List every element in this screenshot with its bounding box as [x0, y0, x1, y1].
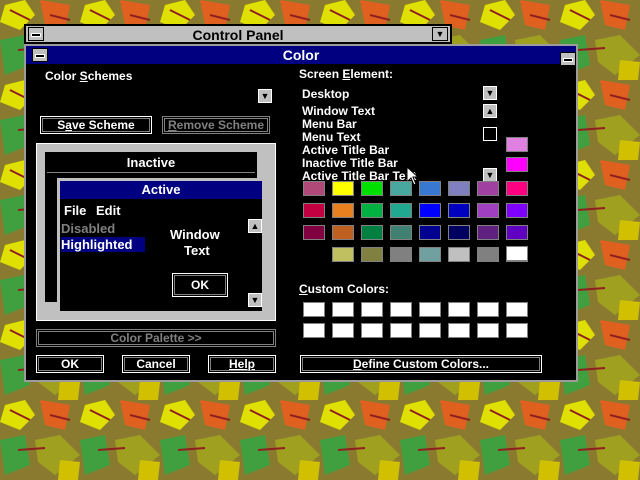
ok-button[interactable]: OK [36, 355, 104, 373]
screen-element-selected[interactable]: Desktop [302, 87, 349, 101]
preview-ok-button: OK [172, 273, 228, 297]
color-palette-button[interactable]: Color Palette >> [36, 329, 276, 347]
preview-menu-file: File [64, 203, 87, 218]
basic-color-swatch[interactable] [390, 203, 412, 218]
custom-color-swatch[interactable] [303, 302, 325, 317]
control-panel-system-menu-icon[interactable] [28, 27, 44, 41]
control-panel-titlebar[interactable]: Control Panel ▼ [24, 24, 452, 44]
custom-color-swatch[interactable] [303, 323, 325, 338]
cancel-button[interactable]: Cancel [122, 355, 190, 373]
basic-color-swatch[interactable] [419, 181, 441, 196]
basic-color-swatch[interactable] [506, 225, 528, 240]
basic-color-swatch[interactable] [303, 203, 325, 218]
screen-element-item[interactable]: Menu Text [302, 130, 360, 144]
screen-element-item[interactable]: Window Text [302, 104, 375, 118]
element-color-swatch[interactable] [506, 246, 528, 261]
color-dialog-system-menu-icon[interactable] [32, 48, 48, 62]
control-panel-minimize-icon[interactable]: ▼ [432, 27, 448, 41]
basic-color-swatch[interactable] [361, 247, 383, 262]
basic-color-swatch[interactable] [477, 181, 499, 196]
help-button[interactable]: Help [208, 355, 276, 373]
screen-element-scroll-thumb[interactable] [483, 127, 497, 141]
basic-color-swatch[interactable] [332, 181, 354, 196]
custom-color-swatch[interactable] [477, 323, 499, 338]
control-panel-title: Control Panel [192, 27, 284, 43]
basic-color-swatch[interactable] [390, 225, 412, 240]
basic-color-swatch[interactable] [477, 225, 499, 240]
screen-element-label: Screen Element: [299, 67, 394, 81]
preview-disabled-text: Disabled [61, 221, 116, 236]
preview-scroll-up-icon: ▲ [248, 219, 262, 233]
basic-color-swatch[interactable] [506, 181, 528, 196]
basic-color-swatch[interactable] [477, 203, 499, 218]
custom-color-swatch[interactable] [419, 323, 441, 338]
color-preview[interactable]: Inactive Active File Edit Disabled Highl… [36, 143, 276, 321]
custom-color-swatch[interactable] [448, 323, 470, 338]
element-color-swatch[interactable] [506, 137, 528, 152]
color-schemes-label: Color Schemes [45, 69, 133, 83]
basic-color-swatch[interactable] [448, 247, 470, 262]
remove-scheme-button[interactable]: Remove Scheme [162, 116, 270, 134]
basic-color-swatch[interactable] [390, 247, 412, 262]
basic-color-swatch[interactable] [332, 203, 354, 218]
preview-active-window: Active File Edit Disabled Highlighted Wi… [57, 178, 265, 314]
preview-active-title: Active [60, 181, 262, 199]
screen-element-item[interactable]: Menu Bar [302, 117, 357, 131]
screen-element-item[interactable]: Inactive Title Bar [302, 156, 398, 170]
preview-scroll-down-icon: ▼ [248, 293, 262, 307]
preview-inactive-title: Inactive [47, 154, 255, 173]
custom-color-swatch[interactable] [390, 323, 412, 338]
basic-color-swatch[interactable] [303, 181, 325, 196]
custom-color-swatch[interactable] [332, 302, 354, 317]
basic-color-swatch[interactable] [448, 181, 470, 196]
custom-color-swatch[interactable] [361, 323, 383, 338]
screen-element-scroll-down-icon[interactable]: ▼ [483, 168, 497, 182]
basic-color-swatch[interactable] [448, 225, 470, 240]
basic-color-swatch[interactable] [361, 181, 383, 196]
basic-color-swatch[interactable] [361, 225, 383, 240]
custom-color-swatch[interactable] [390, 302, 412, 317]
basic-color-swatch[interactable] [477, 247, 499, 262]
preview-window-text-2: Text [184, 243, 210, 258]
custom-color-swatch[interactable] [448, 302, 470, 317]
basic-color-swatch[interactable] [419, 203, 441, 218]
screen-element-dropdown-icon[interactable]: ▼ [483, 86, 497, 100]
basic-color-swatch[interactable] [448, 203, 470, 218]
save-scheme-button[interactable]: Save Scheme [40, 116, 152, 134]
basic-color-swatch[interactable] [332, 247, 354, 262]
color-dialog-title: Color [26, 46, 576, 64]
scrollbar-up-button-icon[interactable] [560, 52, 576, 66]
preview-menu-edit: Edit [96, 203, 121, 218]
basic-color-swatch[interactable] [303, 225, 325, 240]
color-schemes-dropdown-icon[interactable]: ▼ [258, 89, 272, 103]
basic-color-swatch[interactable] [332, 225, 354, 240]
basic-color-swatch[interactable] [419, 225, 441, 240]
screen-element-scroll-up-icon[interactable]: ▲ [483, 104, 497, 118]
basic-color-swatch[interactable] [506, 203, 528, 218]
define-custom-colors-button[interactable]: Define Custom Colors... [300, 355, 542, 373]
custom-color-swatch[interactable] [332, 323, 354, 338]
basic-color-swatch[interactable] [361, 203, 383, 218]
basic-color-swatch[interactable] [390, 181, 412, 196]
preview-highlighted-text: Highlighted [61, 237, 145, 252]
preview-window-text-1: Window [170, 227, 220, 242]
custom-color-swatch[interactable] [419, 302, 441, 317]
element-color-swatch[interactable] [506, 157, 528, 172]
screen-element-item[interactable]: Active Title Bar [302, 143, 389, 157]
custom-color-swatch[interactable] [477, 302, 499, 317]
custom-colors-label: Custom Colors: [299, 282, 390, 296]
custom-color-swatch[interactable] [361, 302, 383, 317]
basic-color-swatch[interactable] [419, 247, 441, 262]
custom-color-swatch[interactable] [506, 302, 528, 317]
custom-color-swatch[interactable] [506, 323, 528, 338]
